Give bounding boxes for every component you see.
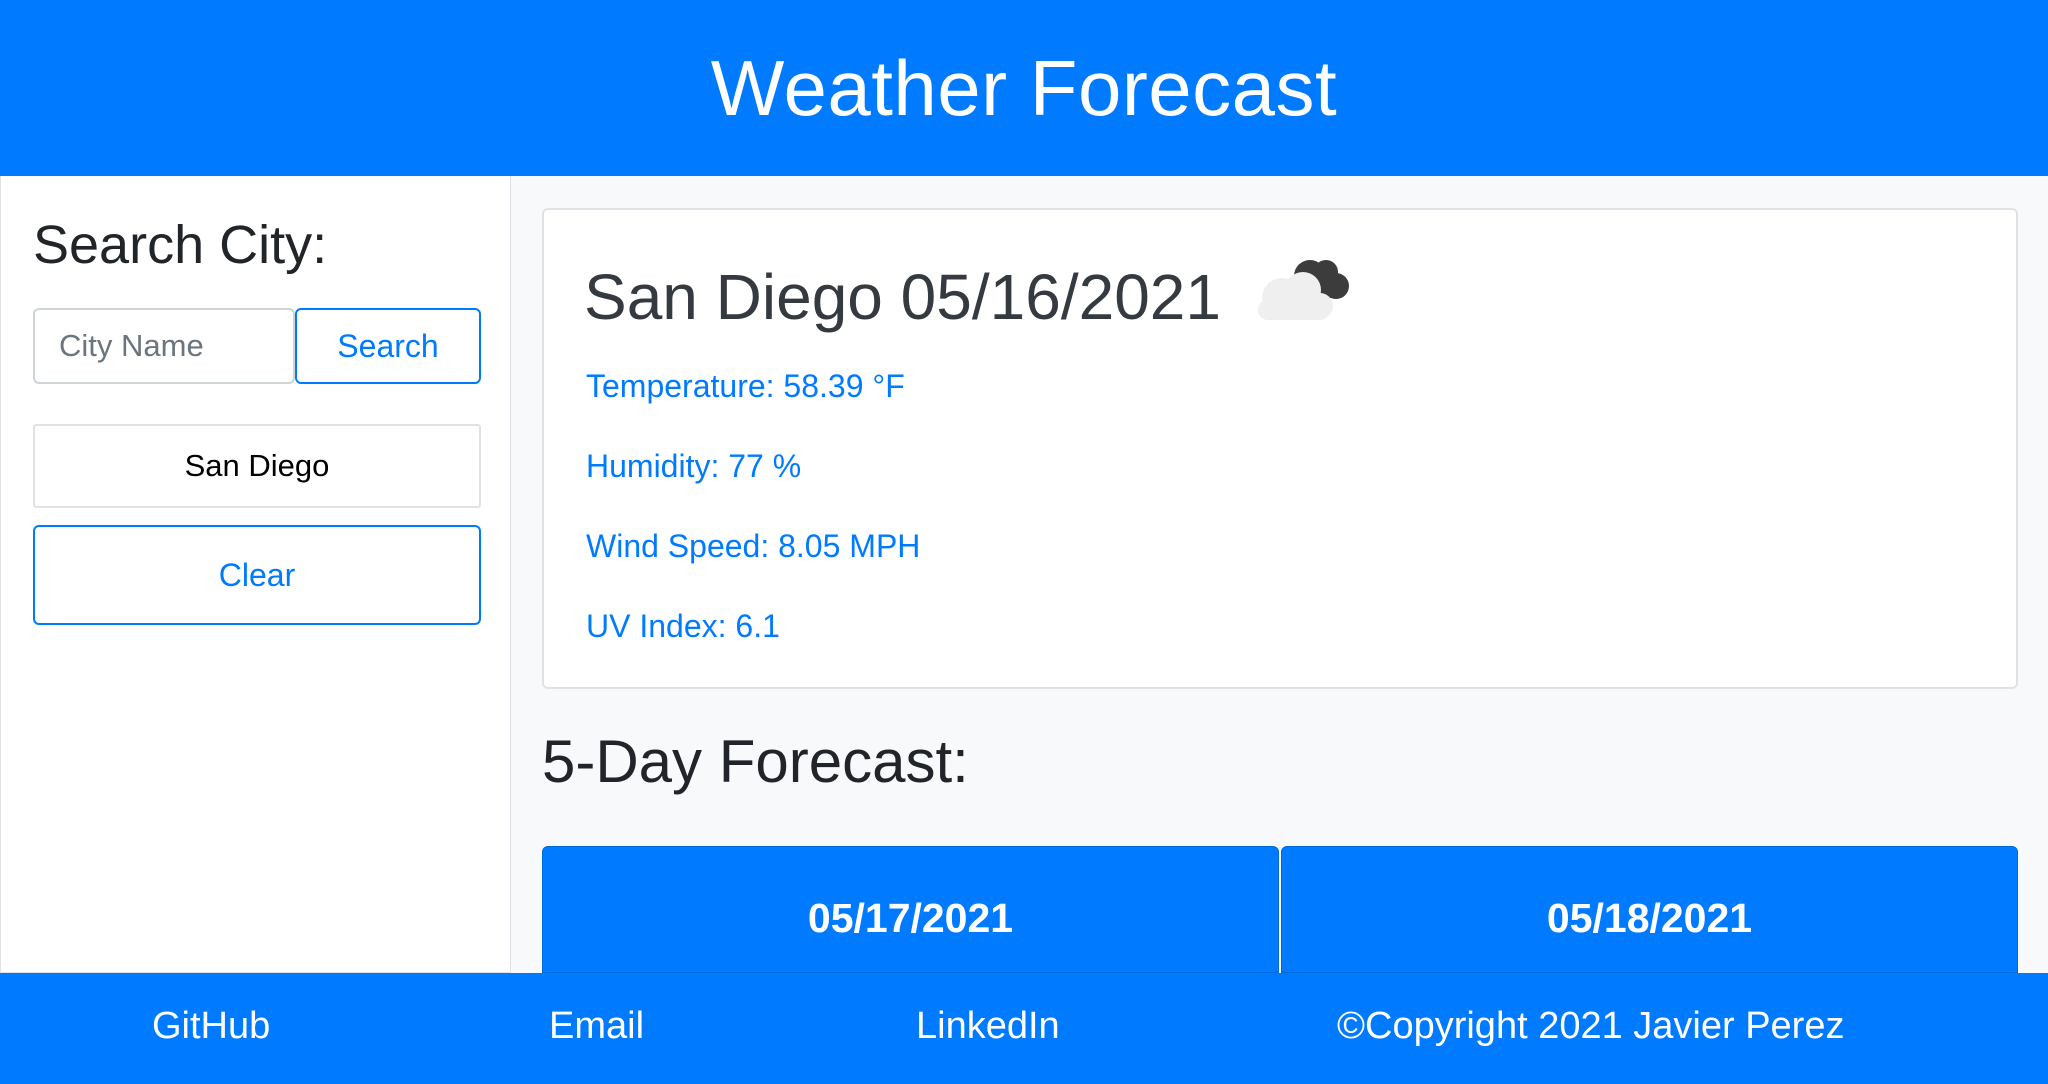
copyright-text: ©Copyright 2021 Javier Perez — [1337, 1005, 1845, 1047]
temperature-text: Temperature: 58.39 °F — [586, 368, 905, 404]
search-heading: Search City: — [33, 215, 328, 275]
current-weather-card: San Diego 05/16/2021 Temperature: 58.39 … — [542, 208, 2018, 689]
cloudy-icon — [1258, 260, 1349, 320]
forecast-date: 05/17/2021 — [807, 895, 1014, 941]
city-name-input[interactable] — [33, 308, 295, 384]
forecast-date: 05/18/2021 — [1546, 895, 1753, 941]
humidity-text: Humidity: 77 % — [586, 448, 802, 484]
page-footer: GitHub Email LinkedIn ©Copyright 2021 Ja… — [0, 973, 2048, 1084]
wind-speed-text: Wind Speed: 8.05 MPH — [586, 528, 921, 564]
current-city-date: San Diego 05/16/2021 — [584, 261, 1221, 333]
linkedin-link[interactable]: LinkedIn — [916, 1005, 1060, 1048]
page-header: Weather Forecast — [0, 0, 2048, 176]
forecast-heading: 5-Day Forecast: — [542, 728, 969, 795]
github-link[interactable]: GitHub — [152, 1005, 270, 1048]
history-item-san-diego[interactable]: San Diego — [33, 424, 481, 508]
email-link[interactable]: Email — [549, 1005, 644, 1048]
page-title: Weather Forecast — [710, 43, 1338, 132]
forecast-card: 05/18/2021 — [1281, 846, 2018, 973]
uv-index-text: UV Index: 6.1 — [586, 608, 780, 644]
forecast-card: 05/17/2021 — [542, 846, 1279, 973]
search-button[interactable]: Search — [295, 308, 481, 384]
search-sidebar: Search City: Search San Diego Clear — [0, 176, 511, 973]
clear-button[interactable]: Clear — [33, 525, 481, 625]
